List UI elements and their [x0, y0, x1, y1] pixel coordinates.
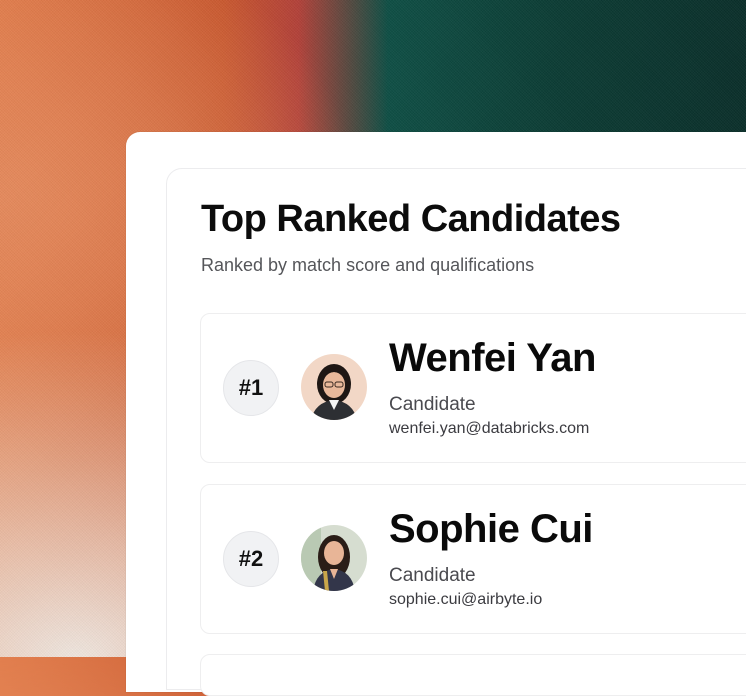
candidate-name: Sophie Cui	[389, 507, 593, 551]
candidate-row[interactable]: #2 Sophie Cui Candidate sophie.cui@airby…	[200, 484, 746, 634]
avatar-photo-icon	[301, 354, 367, 420]
candidate-name: Wenfei Yan	[389, 336, 596, 380]
page-subtitle: Ranked by match score and qualifications	[201, 255, 535, 275]
candidate-email: sophie.cui@airbyte.io	[389, 591, 543, 608]
avatar	[301, 525, 367, 591]
avatar-photo-icon	[301, 525, 367, 591]
candidate-email: wenfei.yan@databricks.com	[389, 420, 590, 437]
candidate-role: Candidate	[389, 394, 476, 415]
avatar	[301, 354, 367, 420]
candidate-row[interactable]	[200, 654, 746, 696]
page-title: Top Ranked Candidates	[201, 198, 621, 240]
candidate-role: Candidate	[389, 565, 476, 586]
rank-badge: #2	[223, 531, 279, 587]
candidate-row[interactable]: #1 Wenfei Yan Candidate wenfei.yan@datab…	[200, 313, 746, 463]
rank-badge: #1	[223, 360, 279, 416]
